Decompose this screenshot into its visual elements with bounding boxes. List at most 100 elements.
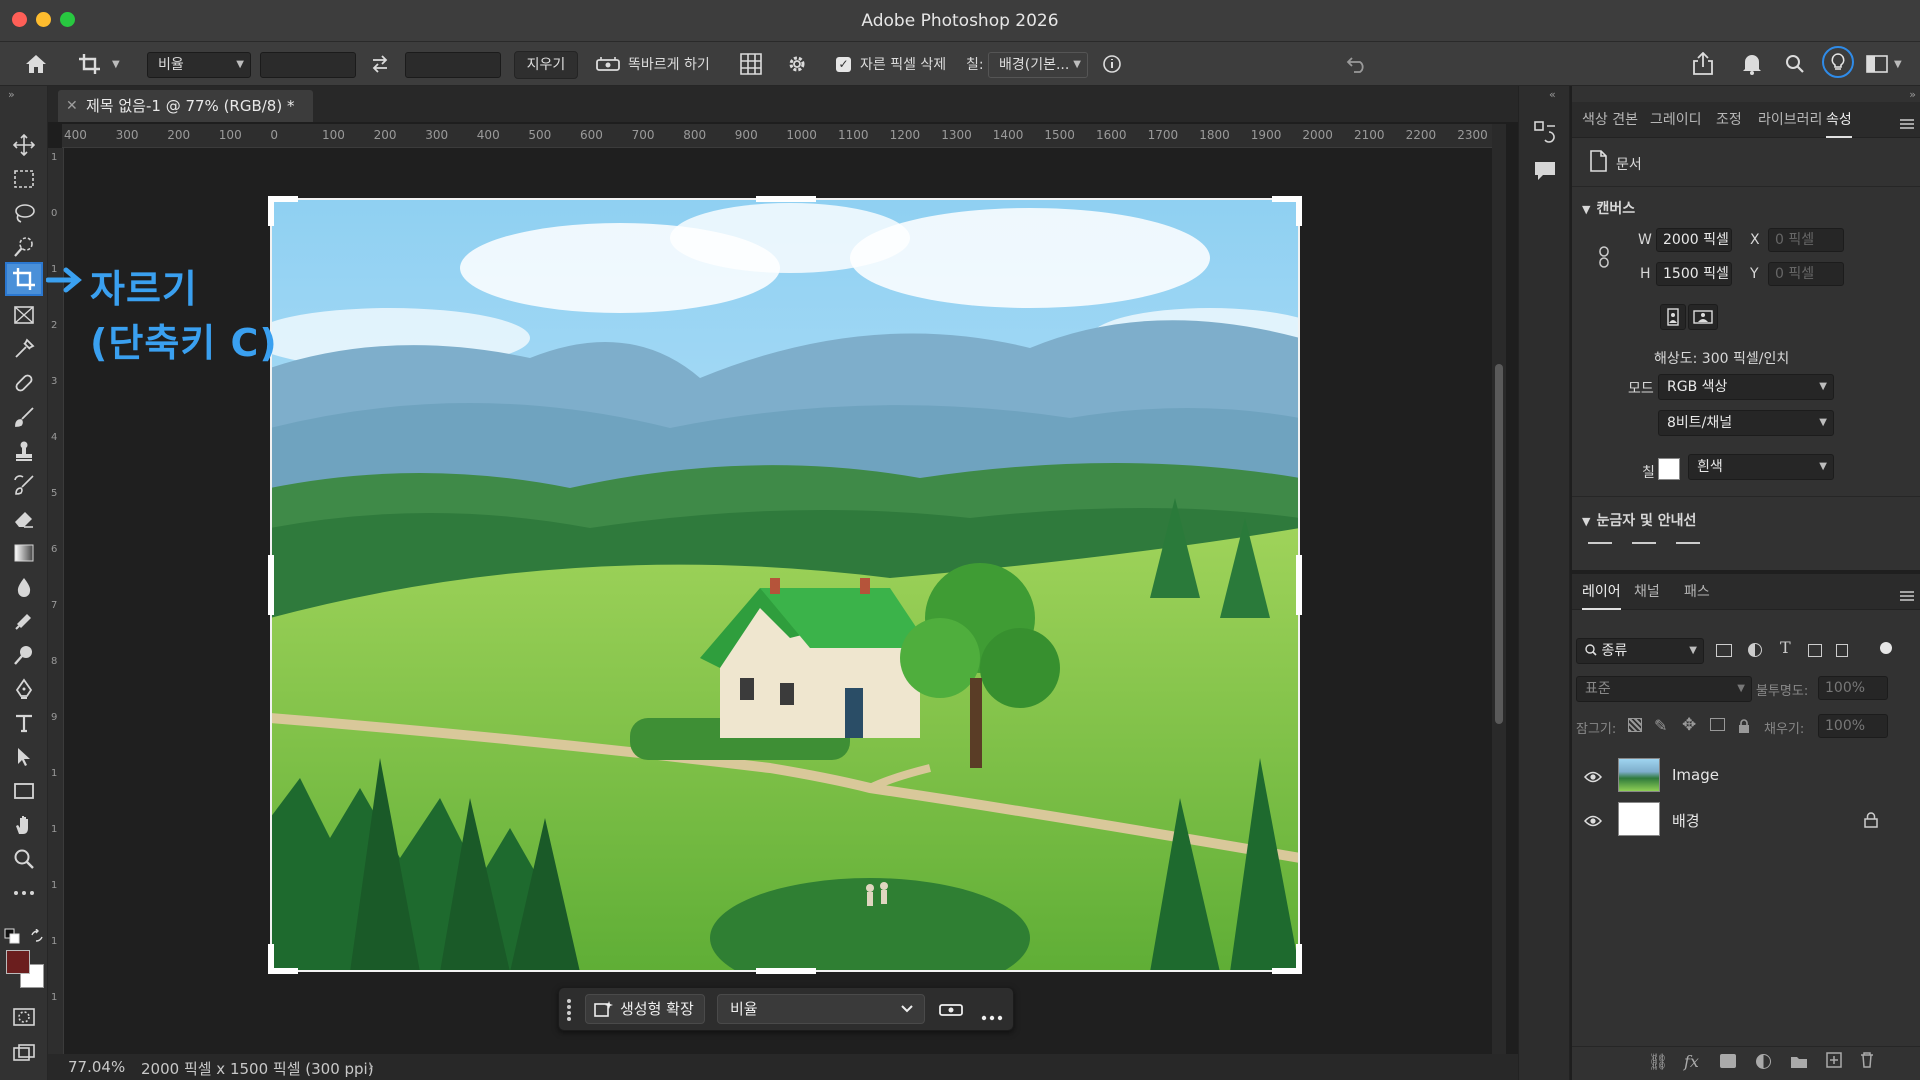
document-info[interactable]: 2000 픽셀 x 1500 픽셀 (300 ppi): [141, 1058, 374, 1079]
close-tab-icon[interactable]: ✕: [66, 90, 78, 122]
more-tools-button[interactable]: [8, 878, 40, 908]
new-layer-button[interactable]: [1826, 1052, 1842, 1072]
canvas-y-field[interactable]: 0 픽셀: [1768, 262, 1844, 286]
crop-handle-top-left-v[interactable]: [268, 196, 274, 226]
fill-color-swatch[interactable]: [1658, 458, 1680, 480]
filter-adjustment-icon[interactable]: [1748, 643, 1762, 657]
overlay-grid-button[interactable]: [740, 50, 762, 78]
rulers-guides-section-header[interactable]: ▼ 눈금자 및 안내선: [1582, 510, 1696, 530]
tool-preset-picker[interactable]: ▼: [78, 50, 120, 78]
pen-tool[interactable]: [8, 674, 40, 704]
fill-opacity-field[interactable]: 100%: [1818, 714, 1888, 738]
portrait-orientation-button[interactable]: [1660, 304, 1686, 330]
brush-tool[interactable]: [8, 402, 40, 432]
ruler-toggle-icon[interactable]: [1588, 542, 1612, 550]
history-brush-tool[interactable]: [8, 470, 40, 500]
color-mode-select[interactable]: RGB 색상 ▼: [1658, 374, 1834, 400]
vertical-scroll-thumb[interactable]: [1495, 364, 1503, 724]
move-tool[interactable]: [8, 130, 40, 160]
canvas-section-header[interactable]: ▼ 캔버스: [1582, 198, 1635, 218]
frame-tool[interactable]: [8, 300, 40, 330]
filter-smart-object-icon[interactable]: [1836, 644, 1848, 657]
search-button[interactable]: [1785, 50, 1805, 78]
burn-tool[interactable]: [8, 640, 40, 670]
guides-toggle-icon[interactable]: [1676, 542, 1700, 550]
share-button[interactable]: [1692, 50, 1714, 78]
straighten-ctx-button[interactable]: [939, 1000, 963, 1022]
tab-paths[interactable]: 패스: [1684, 574, 1710, 610]
collapse-dock-icon[interactable]: «: [1549, 88, 1556, 101]
marquee-tool[interactable]: [8, 164, 40, 194]
layer-style-button[interactable]: fx: [1684, 1052, 1699, 1071]
info-button[interactable]: [1102, 50, 1122, 78]
clear-button[interactable]: 지우기: [514, 51, 578, 79]
zoom-tool[interactable]: [8, 844, 40, 874]
grid-toggle-icon[interactable]: [1632, 542, 1656, 550]
tab-channels[interactable]: 채널: [1634, 574, 1660, 610]
eye-icon[interactable]: [1583, 812, 1603, 831]
panel-menu-icon[interactable]: [1900, 114, 1914, 133]
eye-icon[interactable]: [1583, 768, 1603, 787]
hand-tool[interactable]: [8, 810, 40, 840]
quick-mask-button[interactable]: [8, 1002, 40, 1032]
eraser-tool[interactable]: [8, 504, 40, 534]
add-mask-button[interactable]: [1720, 1054, 1736, 1068]
tab-layers[interactable]: 레이어: [1582, 574, 1621, 610]
workspace-button[interactable]: ▼: [1866, 50, 1902, 78]
dodge-tool[interactable]: [8, 606, 40, 636]
discover-button[interactable]: [1822, 46, 1854, 78]
crop-handle-top[interactable]: [756, 196, 816, 202]
landscape-orientation-button[interactable]: [1688, 304, 1718, 330]
crop-handle-bottom-right-v[interactable]: [1296, 944, 1302, 974]
layer-row[interactable]: 배경: [1572, 798, 1902, 842]
foreground-color-swatch[interactable]: [6, 950, 30, 974]
clone-stamp-tool[interactable]: [8, 436, 40, 466]
crop-handle-right[interactable]: [1296, 555, 1302, 615]
lock-image-icon[interactable]: ✎: [1654, 716, 1667, 735]
generative-expand-button[interactable]: 생성형 확장: [585, 994, 705, 1024]
canvas-fill-select[interactable]: 흰색 ▼: [1688, 454, 1834, 480]
document-tab[interactable]: ✕ 제목 없음-1 @ 77% (RGB/8) *: [58, 90, 313, 122]
filter-pixel-icon[interactable]: [1716, 644, 1732, 657]
gradient-tool[interactable]: [8, 538, 40, 568]
home-button[interactable]: [24, 50, 48, 78]
crop-boundary[interactable]: [270, 198, 1300, 972]
notifications-button[interactable]: [1742, 50, 1762, 78]
collapse-toolbar-icon[interactable]: »: [8, 88, 15, 101]
width-ratio-input[interactable]: [260, 52, 356, 78]
rectangle-tool[interactable]: [8, 776, 40, 806]
blend-mode-select[interactable]: 표준 ▼: [1576, 676, 1752, 702]
straighten-button[interactable]: 똑바르게 하기: [596, 50, 710, 78]
vertical-scrollbar[interactable]: [1492, 124, 1506, 1054]
delete-cropped-pixels-checkbox[interactable]: ✓ 자른 픽셀 삭제: [836, 50, 946, 78]
link-layers-button[interactable]: ⛓: [1648, 1052, 1668, 1071]
canvas-width-field[interactable]: 2000 픽셀: [1656, 228, 1732, 252]
healing-brush-tool[interactable]: [8, 368, 40, 398]
fill-select[interactable]: 배경(기본... ▼: [988, 52, 1088, 78]
crop-handle-bottom-left-v[interactable]: [268, 944, 274, 974]
blur-tool[interactable]: [8, 572, 40, 602]
delete-layer-button[interactable]: [1860, 1052, 1874, 1072]
lock-transparency-icon[interactable]: [1628, 718, 1642, 732]
crop-tool[interactable]: [5, 262, 43, 296]
layer-filter-select[interactable]: 종류 ▼: [1576, 638, 1704, 664]
lasso-tool[interactable]: [8, 198, 40, 228]
layers-menu-icon[interactable]: [1900, 586, 1914, 605]
drag-handle-icon[interactable]: [566, 998, 572, 1026]
lock-icon[interactable]: [1864, 812, 1878, 832]
screen-mode-button[interactable]: [8, 1038, 40, 1068]
layer-row[interactable]: Image: [1572, 754, 1902, 798]
opacity-field[interactable]: 100%: [1818, 676, 1888, 700]
ratio-select[interactable]: 비율: [717, 994, 925, 1024]
crop-handle-left[interactable]: [268, 555, 274, 615]
tab-properties[interactable]: 속성: [1826, 102, 1852, 138]
filter-shape-icon[interactable]: [1808, 644, 1822, 657]
filter-toggle-icon[interactable]: [1880, 642, 1892, 654]
filter-type-icon[interactable]: T: [1780, 638, 1791, 657]
path-selection-tool[interactable]: [8, 742, 40, 772]
more-options-button[interactable]: [981, 1006, 1003, 1025]
crop-settings-button[interactable]: [786, 50, 808, 78]
tab-adjustments[interactable]: 조정: [1716, 102, 1742, 138]
lock-all-icon[interactable]: [1738, 718, 1750, 737]
tab-libraries[interactable]: 라이브러리: [1758, 102, 1822, 138]
